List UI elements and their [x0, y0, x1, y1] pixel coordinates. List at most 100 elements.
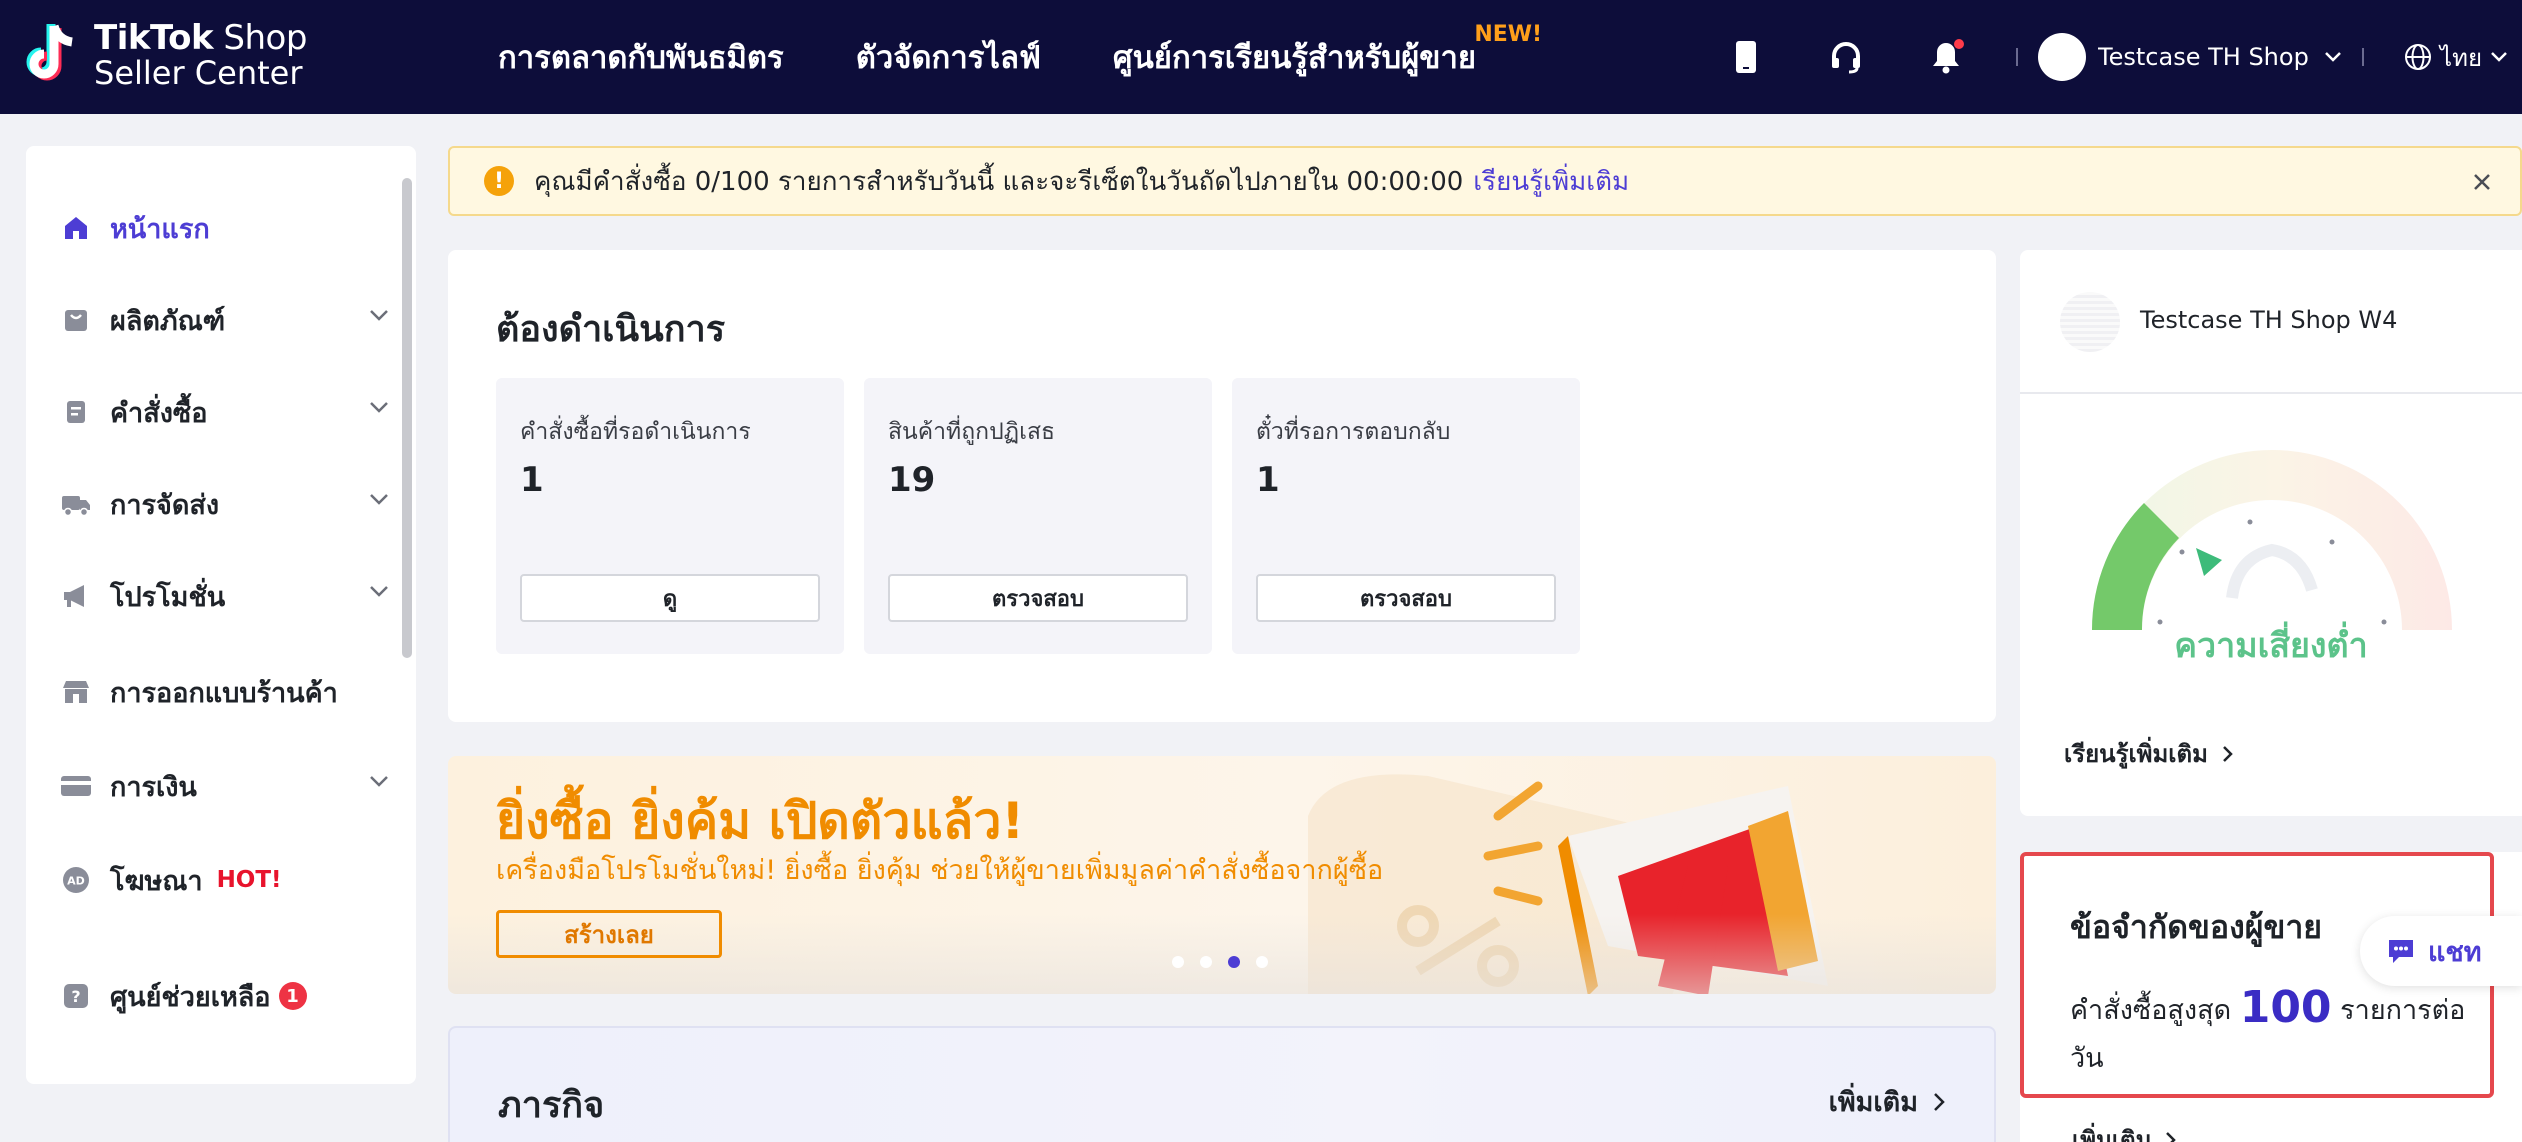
limits-description: คำสั่งซื้อสูงสุด 100 รายการต่อวัน — [2070, 984, 2480, 1083]
sidebar: หน้าแรก ผลิตภัณฑ์ คำสั่งซื้อ การจัดส่ง โ… — [26, 146, 416, 1084]
shop-icon — [60, 676, 92, 708]
bell-icon[interactable] — [1926, 37, 1966, 77]
nav-live-manager[interactable]: ตัวจัดการไลฟ์ — [856, 32, 1041, 82]
notice-learn-more-link[interactable]: เรียนรู้เพิ่มเติม — [1473, 161, 1629, 202]
megaphone-icon — [60, 580, 92, 612]
tasks-card: ภารกิจ เพิ่มเติม — [448, 1026, 1996, 1142]
tasks-more-label: เพิ่มเติม — [1828, 1087, 1918, 1118]
sidebar-item-products[interactable]: ผลิตภัณฑ์ — [60, 292, 390, 348]
todo-value: 19 — [888, 460, 936, 500]
chat-button[interactable]: แชท — [2360, 916, 2522, 986]
chevron-right-icon — [2166, 1131, 2177, 1142]
sidebar-item-label: การออกแบบร้านค้า — [110, 677, 338, 709]
header-divider — [2362, 48, 2365, 66]
mobile-icon[interactable] — [1726, 37, 1766, 77]
help-count-badge: 1 — [278, 982, 307, 1010]
view-button[interactable]: ดู — [520, 574, 820, 622]
todo-label: คำสั่งซื้อที่รอดำเนินการ — [520, 419, 751, 445]
check-button[interactable]: ตรวจสอบ — [888, 574, 1188, 622]
logo-tiktok: TikTok — [94, 18, 214, 58]
carousel-dots — [1172, 956, 1268, 968]
globe-icon — [2405, 44, 2432, 70]
nav-affiliate-marketing[interactable]: การตลาดกับพันธมิตร — [498, 32, 784, 82]
chevron-right-icon — [1934, 1092, 1945, 1111]
carousel-dot-active[interactable] — [1228, 956, 1240, 968]
sidebar-item-ads[interactable]: AD โฆษณา HOT! — [60, 852, 390, 908]
logo-seller-center: Seller Center — [94, 54, 303, 92]
home-icon — [60, 212, 92, 244]
ad-icon: AD — [60, 864, 92, 896]
product-icon — [60, 304, 92, 336]
chevron-down-icon — [2325, 52, 2341, 62]
top-header: TikTok Shop Seller Center การตลาดกับพันธ… — [0, 0, 2522, 114]
chevron-down-icon — [370, 494, 388, 505]
todo-pending-tickets: ตั๋วที่รอการตอบกลับ 1 ตรวจสอบ — [1232, 378, 1580, 654]
sidebar-item-label: การเงิน — [110, 771, 197, 803]
nav-label: การตลาดกับพันธมิตร — [498, 40, 784, 76]
logo-shop: Shop — [213, 18, 307, 58]
sidebar-item-orders[interactable]: คำสั่งซื้อ — [60, 384, 390, 440]
truck-icon — [60, 488, 92, 520]
nav-label: ตัวจัดการไลฟ์ — [855, 40, 1041, 76]
tiktok-shop-logo[interactable]: TikTok Shop Seller Center — [24, 20, 307, 90]
card-icon — [60, 770, 92, 802]
shop-name: Testcase TH Shop W4 — [2140, 306, 2398, 334]
learn-more-label: เรียนรู้เพิ่มเติม — [2064, 740, 2208, 768]
sidebar-item-label: ผลิตภัณฑ์ — [110, 305, 226, 337]
todo-pending-orders: คำสั่งซื้อที่รอดำเนินการ 1 ดู — [496, 378, 844, 654]
chat-label: แชท — [2428, 936, 2482, 968]
hot-badge: HOT! — [216, 867, 282, 893]
tasks-more-link[interactable]: เพิ่มเติม — [1829, 1080, 1946, 1123]
carousel-dot[interactable] — [1200, 956, 1212, 968]
order-limit-notice: ! คุณมีคำสั่งซื้อ 0/100 รายการสำหรับวันน… — [448, 146, 2522, 216]
svg-text:?: ? — [71, 987, 80, 1006]
shop-logo — [2060, 292, 2120, 352]
account-menu[interactable]: Testcase TH Shop W4 — [2038, 33, 2342, 81]
tasks-title: ภารกิจ — [498, 1085, 605, 1126]
tiktok-logo-icon — [24, 22, 82, 88]
header-actions: Testcase TH Shop W4 ไทย — [1696, 0, 2522, 114]
sidebar-item-promotions[interactable]: โปรโมชั่น — [60, 568, 390, 624]
chevron-right-icon — [2223, 745, 2233, 762]
shop-learn-more-link[interactable]: เรียนรู้เพิ่มเติม — [2064, 734, 2234, 773]
account-name: Testcase TH Shop W4 — [2098, 43, 2312, 71]
limits-more-link[interactable]: เพิ่มเติม — [2072, 1120, 2177, 1142]
nav-seller-university[interactable]: ศูนย์การเรียนรู้สำหรับผู้ขาย NEW! — [1113, 22, 1542, 82]
todo-value: 1 — [1256, 460, 1280, 500]
check-button[interactable]: ตรวจสอบ — [1256, 574, 1556, 622]
headset-icon[interactable] — [1826, 37, 1866, 77]
sidebar-item-help-center[interactable]: ? ศูนย์ช่วยเหลือ 1 — [60, 968, 390, 1024]
top-nav: การตลาดกับพันธมิตร ตัวจัดการไลฟ์ ศูนย์กา… — [498, 0, 1548, 114]
logo-wordmark: TikTok Shop Seller Center — [94, 21, 307, 89]
warning-icon: ! — [484, 166, 514, 196]
todo-rejected-products: สินค้าที่ถูกปฏิเสธ 19 ตรวจสอบ — [864, 378, 1212, 654]
sidebar-item-finance[interactable]: การเงิน — [60, 758, 390, 814]
carousel-dot[interactable] — [1256, 956, 1268, 968]
carousel-dot[interactable] — [1172, 956, 1184, 968]
seller-limits-card: ข้อจำกัดของผู้ขาย คำสั่งซื้อสูงสุด 100 ร… — [2020, 852, 2522, 1142]
sidebar-item-home[interactable]: หน้าแรก — [60, 200, 390, 256]
todo-label: สินค้าที่ถูกปฏิเสธ — [888, 419, 1056, 445]
sidebar-item-shop-decoration[interactable]: การออกแบบร้านค้า — [60, 664, 390, 720]
todo-title: ต้องดำเนินการ — [496, 309, 726, 350]
create-now-button[interactable]: สร้างเลย — [496, 910, 722, 958]
chevron-down-icon — [370, 310, 388, 321]
limits-value: 100 — [2239, 982, 2332, 1033]
todo-value: 1 — [520, 460, 544, 500]
header-divider — [2016, 48, 2019, 66]
chevron-down-icon — [370, 402, 388, 413]
todo-label: ตั๋วที่รอการตอบกลับ — [1256, 419, 1451, 445]
shop-header: Testcase TH Shop W4 — [2020, 250, 2522, 394]
sidebar-item-shipping[interactable]: การจัดส่ง — [60, 476, 390, 532]
svg-text:AD: AD — [67, 875, 85, 888]
sidebar-scrollbar[interactable] — [402, 178, 412, 658]
chevron-down-icon — [2491, 52, 2507, 62]
close-icon[interactable] — [2466, 166, 2498, 198]
promo-banner[interactable]: ยิ่งซื้อ ยิ่งค้ม เปิดตัวแล้ว! เครื่องมือ… — [448, 756, 1996, 994]
language-selector[interactable]: ไทย — [2404, 38, 2508, 77]
risk-gauge — [2091, 450, 2452, 630]
sidebar-item-label: หน้าแรก — [110, 213, 210, 245]
sidebar-item-label: โปรโมชั่น — [110, 581, 226, 613]
sidebar-item-label: คำสั่งซื้อ — [110, 397, 208, 429]
language-label: ไทย — [2440, 43, 2482, 72]
